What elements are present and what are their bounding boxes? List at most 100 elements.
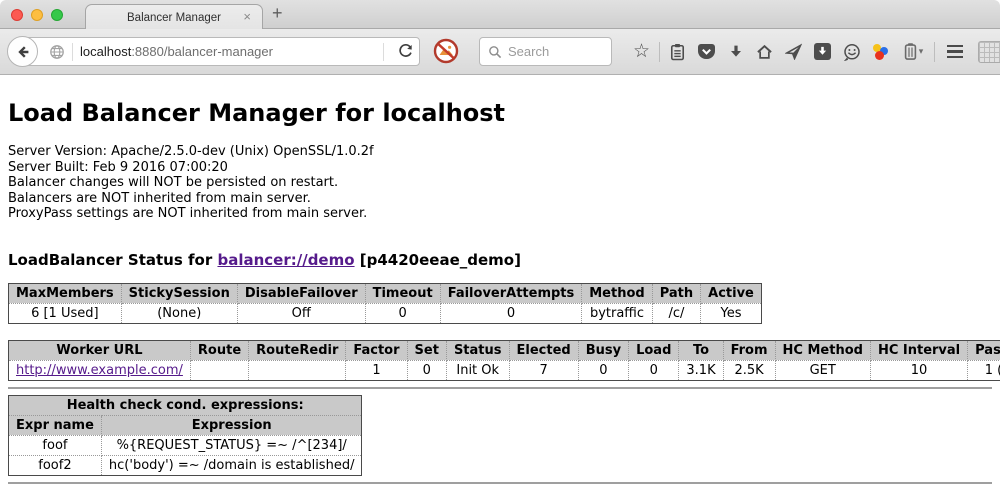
tab-close-icon[interactable]: ×: [243, 10, 251, 24]
download-box-icon: [814, 43, 831, 60]
window-close-button[interactable]: [11, 9, 23, 21]
cell-hc-method: GET: [775, 360, 870, 380]
pocket-button[interactable]: [692, 44, 721, 59]
col-method: Method: [582, 283, 652, 303]
col-path: Path: [652, 283, 700, 303]
cell-worker-url: http://www.example.com/: [9, 360, 191, 380]
col-expr-name: Expr name: [9, 415, 102, 435]
health-table-caption: Health check cond. expressions:: [9, 395, 362, 415]
cell-path: /c/: [652, 303, 700, 323]
new-tab-button[interactable]: +: [272, 3, 283, 24]
col-load: Load: [629, 340, 679, 360]
image-blocker-icon[interactable]: [433, 38, 459, 64]
col-hc-method: HC Method: [775, 340, 870, 360]
balancer-table: MaxMembers StickySession DisableFailover…: [8, 283, 762, 324]
search-input[interactable]: [508, 44, 600, 59]
divider: [8, 482, 992, 484]
table-header-row: Worker URL Route RouteRedir Factor Set S…: [9, 340, 1000, 360]
cell-status: Init Ok: [446, 360, 509, 380]
download-icon: [728, 44, 744, 60]
col-expression: Expression: [101, 415, 362, 435]
table-row: foof %{REQUEST_STATUS} =~ /^[234]/: [9, 435, 362, 455]
worker-url-link[interactable]: http://www.example.com/: [16, 363, 183, 378]
search-icon: [488, 45, 502, 59]
divider: [8, 387, 992, 389]
status-heading: LoadBalancer Status for balancer://demo …: [8, 251, 992, 269]
col-passes: Passes: [968, 340, 1000, 360]
url-bar[interactable]: localhost:8880/balancer-manager: [24, 37, 420, 66]
dropdown-caret-icon: ▾: [919, 46, 924, 57]
balancer-demo-link[interactable]: balancer://demo: [217, 251, 354, 269]
toolbar-divider: [659, 42, 660, 62]
server-built-line: Server Built: Feb 9 2016 07:00:20: [8, 160, 992, 176]
table-header-row: Expr name Expression: [9, 415, 362, 435]
col-maxmembers: MaxMembers: [9, 283, 122, 303]
table-row: http://www.example.com/ 1 0 Init Ok 7 0 …: [9, 360, 1000, 380]
bookmark-star-button[interactable]: ☆: [627, 42, 656, 61]
back-button[interactable]: [7, 36, 38, 67]
cell-expression: %{REQUEST_STATUS} =~ /^[234]/: [101, 435, 362, 455]
cell-active: Yes: [701, 303, 762, 323]
url-divider: [72, 43, 73, 61]
tab-balancer-manager[interactable]: Balancer Manager ×: [85, 4, 263, 30]
toolbar-divider: [934, 42, 935, 62]
col-route: Route: [190, 340, 248, 360]
feedback-button[interactable]: [837, 43, 866, 61]
tiles-button[interactable]: [972, 41, 1000, 63]
pocket-icon: [698, 44, 715, 59]
cell-stickysession: (None): [121, 303, 237, 323]
cell-method: bytraffic: [582, 303, 652, 323]
cell-timeout: 0: [365, 303, 440, 323]
navigation-toolbar: localhost:8880/balancer-manager: [0, 29, 1000, 75]
container-button[interactable]: ▾: [895, 42, 931, 61]
table-caption-row: Health check cond. expressions:: [9, 395, 362, 415]
cell-failoverattempts: 0: [440, 303, 582, 323]
search-bar[interactable]: [479, 37, 612, 66]
video-download-button[interactable]: [808, 43, 837, 60]
col-failoverattempts: FailoverAttempts: [440, 283, 582, 303]
col-from: From: [723, 340, 775, 360]
cell-route: [190, 360, 248, 380]
send-button[interactable]: [779, 43, 808, 60]
col-routeredir: RouteRedir: [249, 340, 346, 360]
col-active: Active: [701, 283, 762, 303]
cell-expression: hc('body') =~ /domain is established/: [101, 455, 362, 475]
menu-button[interactable]: [938, 45, 972, 59]
proxypass-note-line: ProxyPass settings are NOT inherited fro…: [8, 206, 992, 222]
home-icon: [756, 43, 773, 60]
col-set: Set: [407, 340, 446, 360]
col-hc-interval: HC Interval: [870, 340, 967, 360]
reload-icon: [398, 44, 413, 59]
color-picker-button[interactable]: [866, 43, 895, 60]
col-worker-url: Worker URL: [9, 340, 191, 360]
home-button[interactable]: [750, 43, 779, 60]
url-divider: [383, 43, 384, 61]
tab-title: Balancer Manager: [127, 12, 221, 24]
persist-note-line: Balancer changes will NOT be persisted o…: [8, 175, 992, 191]
url-path: :8880/balancer-manager: [131, 44, 273, 59]
traffic-lights: [11, 9, 63, 21]
cell-expr-name: foof: [9, 435, 102, 455]
reload-button[interactable]: [391, 44, 413, 59]
url-host: localhost: [80, 44, 131, 59]
col-busy: Busy: [578, 340, 628, 360]
smiley-icon: [843, 43, 861, 61]
cell-load: 0: [629, 360, 679, 380]
page-title: Load Balancer Manager for localhost: [8, 100, 992, 127]
table-header-row: MaxMembers StickySession DisableFailover…: [9, 283, 762, 303]
reading-list-button[interactable]: [663, 43, 692, 61]
container-icon: [903, 42, 918, 61]
col-disablefailover: DisableFailover: [237, 283, 365, 303]
cell-elected: 7: [509, 360, 578, 380]
downloads-button[interactable]: [721, 44, 750, 60]
globe-icon: [49, 44, 65, 60]
col-timeout: Timeout: [365, 283, 440, 303]
worker-table: Worker URL Route RouteRedir Factor Set S…: [8, 340, 1000, 381]
cell-from: 2.5K: [723, 360, 775, 380]
window-minimize-button[interactable]: [31, 9, 43, 21]
clipboard-icon: [669, 43, 686, 61]
cell-expr-name: foof2: [9, 455, 102, 475]
window-zoom-button[interactable]: [51, 9, 63, 21]
col-status: Status: [446, 340, 509, 360]
grid-icon: [978, 41, 1000, 63]
